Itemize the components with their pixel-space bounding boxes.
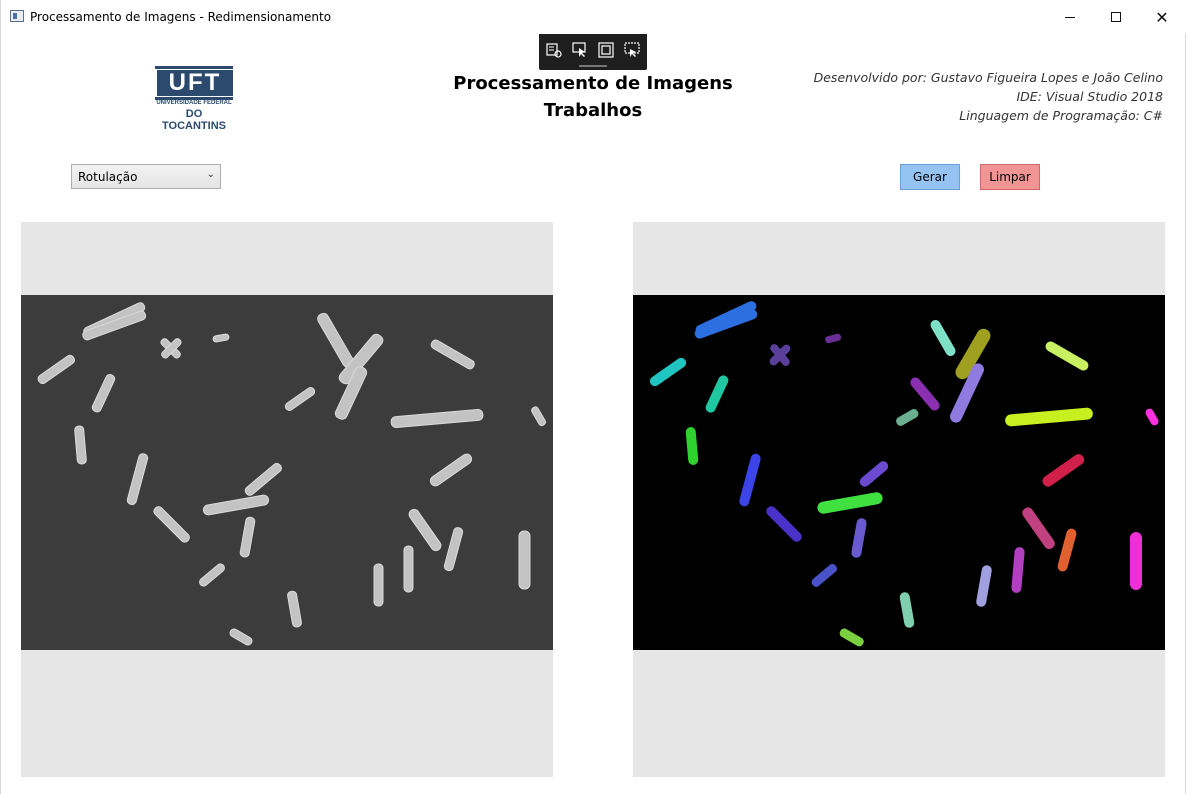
debug-toolbar [539,34,647,70]
page-title: Processamento de Imagens Trabalhos [441,70,745,124]
track-focus-icon[interactable] [623,41,641,59]
title-bar[interactable]: Processamento de Imagens - Redimensionam… [1,0,1186,34]
generate-button[interactable]: Gerar [900,164,960,190]
app-icon [10,10,24,22]
chevron-down-icon: ⌄ [206,169,215,180]
minimize-icon [1065,16,1075,18]
grayscale-chromosomes [37,302,547,646]
title-line-2: Trabalhos [543,100,643,121]
uft-logo: UFT UNIVERSIDADE FEDERAL DO TOCANTINS [153,66,235,132]
operation-select[interactable]: Rotulação ⌄ [71,164,221,189]
logo-subtitle-2: DO TOCANTINS [162,108,226,132]
credits: Desenvolvido por: Gustavo Figueira Lopes… [814,68,1163,125]
toolbar-grip[interactable] [579,65,607,67]
credits-developers: Desenvolvido por: Gustavo Figueira Lopes… [813,70,1163,85]
close-button[interactable]: ✕ [1139,0,1185,34]
live-visual-tree-icon[interactable] [545,41,563,59]
maximize-button[interactable] [1093,0,1139,34]
clear-button[interactable]: Limpar [980,164,1040,190]
title-line-1: Processamento de Imagens [453,73,733,94]
maximize-icon [1111,12,1121,22]
logo-subtitle-1: UNIVERSIDADE FEDERAL [156,100,232,106]
original-image-panel [21,222,553,777]
original-image [21,295,553,650]
app-window: Processamento de Imagens - Redimensionam… [0,0,1186,794]
close-icon: ✕ [1155,7,1169,27]
select-element-icon[interactable] [571,41,589,59]
labeled-chromosomes [649,301,1159,647]
display-layout-adorners-icon[interactable] [597,41,615,59]
minimize-button[interactable] [1047,0,1093,34]
operation-select-value: Rotulação [78,170,138,184]
credits-ide: IDE: Visual Studio 2018 [1016,89,1163,104]
window-title: Processamento de Imagens - Redimensionam… [30,10,332,24]
labeled-image [633,295,1165,650]
credits-language: Linguagem de Programação: C# [959,108,1163,123]
logo-text: UFT [157,70,233,96]
labeled-image-panel [633,222,1165,777]
